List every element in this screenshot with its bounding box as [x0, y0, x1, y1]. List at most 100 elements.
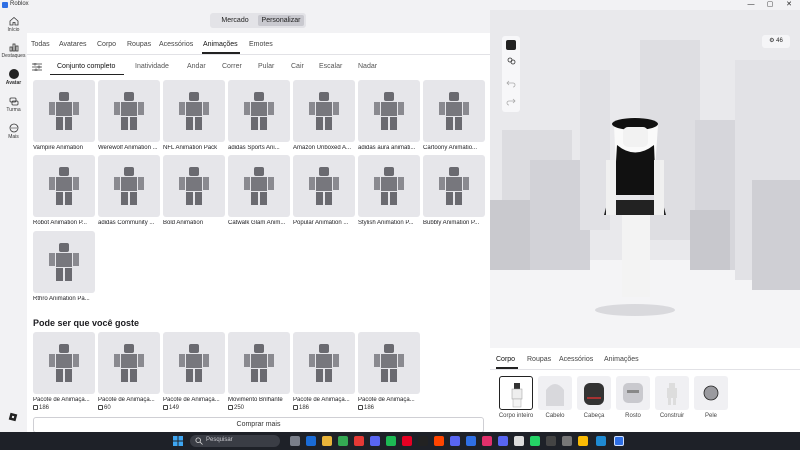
- recommendation-card[interactable]: Pacote de Animaçã... 186: [358, 332, 420, 411]
- item-card[interactable]: Bubbly Animation P...: [423, 155, 485, 226]
- avatar-thumbnail-icon[interactable]: [506, 40, 516, 50]
- item-card[interactable]: Cartoony Animatio...: [423, 80, 485, 151]
- item-card[interactable]: Robot Animation P...: [33, 155, 95, 226]
- chip-walk[interactable]: Andar: [187, 61, 206, 73]
- close-button[interactable]: ✕: [780, 0, 798, 10]
- wardrobe-item-head[interactable]: Cabeça: [576, 376, 612, 419]
- chip-idle[interactable]: Inatividade: [135, 61, 169, 73]
- youtube-icon[interactable]: [354, 436, 364, 446]
- item-card[interactable]: Rthro Animation Pa...: [33, 231, 95, 302]
- discord-icon[interactable]: [370, 436, 380, 446]
- undo-icon[interactable]: [506, 78, 516, 88]
- wardrobe-item-build[interactable]: Construir: [654, 376, 690, 419]
- filter-icon[interactable]: [32, 63, 42, 71]
- whatsapp-icon[interactable]: [530, 436, 540, 446]
- wardrobe-item-skin[interactable]: Pele: [693, 376, 729, 419]
- chrome-icon[interactable]: [338, 436, 348, 446]
- discord-icon[interactable]: [498, 436, 508, 446]
- people-icon[interactable]: [506, 56, 516, 66]
- chip-swim[interactable]: Nadar: [358, 61, 377, 73]
- tab-body[interactable]: Corpo: [97, 41, 116, 48]
- start-icon[interactable]: [173, 436, 183, 446]
- equipped-count-badge[interactable]: ⚙ 46: [762, 35, 790, 48]
- animation-figure-icon: [114, 92, 144, 130]
- app-icon[interactable]: [450, 436, 460, 446]
- item-card[interactable]: adidas Community ...: [98, 155, 160, 226]
- app-icon[interactable]: [546, 436, 556, 446]
- minimize-button[interactable]: —: [742, 0, 760, 10]
- tab-accessories[interactable]: Acessórios: [159, 41, 193, 48]
- wardrobe-tab-clothing[interactable]: Roupas: [527, 356, 551, 363]
- recommendation-card[interactable]: Movimento Brilhante 250: [228, 332, 290, 411]
- wardrobe-tab-animations[interactable]: Animações: [604, 356, 639, 363]
- chip-full-set[interactable]: Conjunto completo: [57, 61, 115, 73]
- chip-jump[interactable]: Pular: [258, 61, 274, 73]
- item-card[interactable]: adidas aura animati...: [358, 80, 420, 151]
- wardrobe-item-face[interactable]: Rosto: [615, 376, 651, 419]
- chip-climb[interactable]: Escalar: [319, 61, 342, 73]
- tab-all[interactable]: Todas: [31, 41, 50, 48]
- recommendation-card[interactable]: Pacote de Animaçã... 186: [293, 332, 355, 411]
- app-icon[interactable]: [434, 436, 444, 446]
- vscode-icon[interactable]: [596, 436, 606, 446]
- item-card[interactable]: Vampire Animation: [33, 80, 95, 151]
- chip-fall[interactable]: Cair: [291, 61, 304, 73]
- app-icon[interactable]: [562, 436, 572, 446]
- app-icon[interactable]: [514, 436, 524, 446]
- maximize-button[interactable]: ▢: [761, 0, 779, 10]
- robux-icon: [33, 405, 38, 410]
- pinterest-icon[interactable]: [402, 436, 412, 446]
- recommendation-card[interactable]: Pacote de Animaçã... 149: [163, 332, 225, 411]
- animation-figure-icon: [309, 92, 339, 130]
- roblox-logo-icon[interactable]: [8, 412, 18, 422]
- chrome-icon[interactable]: [578, 436, 588, 446]
- spotify-icon[interactable]: [386, 436, 396, 446]
- redo-icon[interactable]: [506, 96, 516, 106]
- item-card[interactable]: Catwalk Glam Anim...: [228, 155, 290, 226]
- active-chip-indicator: [50, 74, 124, 75]
- tab-animations[interactable]: Animações: [203, 41, 238, 48]
- wardrobe-item-hair[interactable]: Cabelo: [537, 376, 573, 419]
- wardrobe-tab-body[interactable]: Corpo: [496, 356, 515, 363]
- instagram-icon[interactable]: [482, 436, 492, 446]
- shop-more-button[interactable]: Comprar mais: [33, 417, 484, 432]
- taskbar-search[interactable]: Pesquisar: [190, 435, 280, 447]
- recommendation-card[interactable]: Pacote de Animaçã... 186: [33, 332, 95, 411]
- market-tab[interactable]: Mercado: [213, 15, 257, 26]
- wardrobe-item-full-body[interactable]: Corpo inteiro: [498, 376, 534, 419]
- customize-tab[interactable]: Personalizar: [258, 15, 304, 26]
- chip-run[interactable]: Correr: [222, 61, 242, 73]
- item-name: Bold Animation: [163, 220, 204, 226]
- item-card[interactable]: Bold Animation: [163, 155, 225, 226]
- catalog-panel: Todas Avatares Corpo Roupas Acessórios A…: [27, 33, 490, 432]
- rail-item-avatar[interactable]: Avatar: [0, 69, 27, 86]
- item-card[interactable]: Stylish Animation P...: [358, 155, 420, 226]
- app-icon[interactable]: [306, 436, 316, 446]
- tab-clothing[interactable]: Roupas: [127, 41, 151, 48]
- animation-figure-icon: [244, 344, 274, 382]
- roblox-taskbar-icon[interactable]: [614, 436, 624, 446]
- item-card[interactable]: adidas Sports Ani...: [228, 80, 290, 151]
- tab-emotes[interactable]: Emotes: [249, 41, 273, 48]
- item-name: Werewolf Animation ...: [98, 145, 158, 151]
- item-card[interactable]: Werewolf Animation ...: [98, 80, 160, 151]
- file-explorer-icon[interactable]: [322, 436, 332, 446]
- item-card[interactable]: Popular Animation ...: [293, 155, 355, 226]
- app-icon[interactable]: [466, 436, 476, 446]
- wardrobe-tab-accessories[interactable]: Acessórios: [559, 356, 593, 363]
- item-thumbnail: [694, 376, 728, 410]
- avatar-preview[interactable]: ⚙ 46: [490, 10, 800, 348]
- item-thumbnail: [228, 332, 290, 394]
- tab-avatars[interactable]: Avatares: [59, 41, 87, 48]
- item-card[interactable]: NFL Animation Pack: [163, 80, 225, 151]
- app-icon[interactable]: [418, 436, 428, 446]
- home-icon: [9, 16, 19, 26]
- rail-item-more[interactable]: Mais: [0, 123, 27, 140]
- rail-item-party[interactable]: Turma: [0, 96, 27, 113]
- task-view-icon[interactable]: [290, 436, 300, 446]
- rail-item-home[interactable]: Início: [0, 16, 27, 33]
- recommendation-card[interactable]: Pacote de Animaçã... 60: [98, 332, 160, 411]
- item-name: Bubbly Animation P...: [423, 220, 480, 226]
- rail-item-charts[interactable]: Destaques: [0, 42, 27, 59]
- item-card[interactable]: Amazon Unboxed A...: [293, 80, 355, 151]
